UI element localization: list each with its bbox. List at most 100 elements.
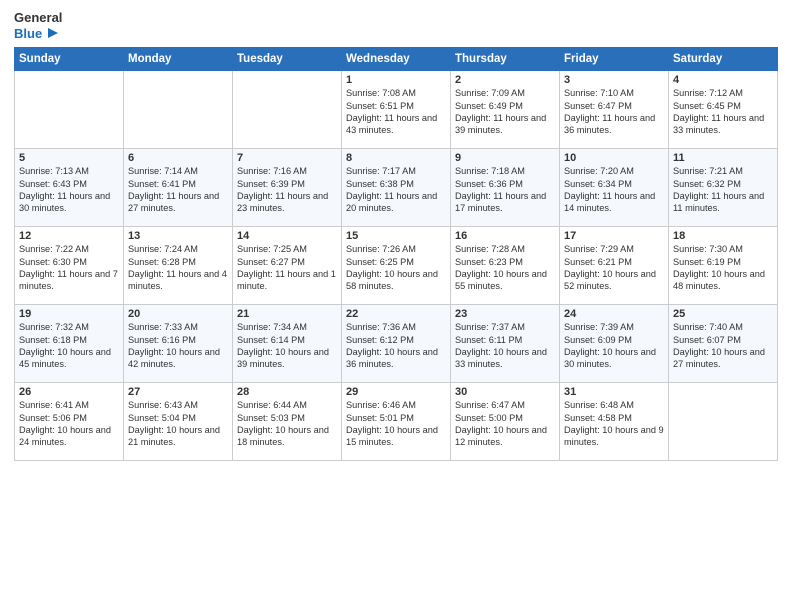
calendar-cell: 17Sunrise: 7:29 AM Sunset: 6:21 PM Dayli…: [560, 227, 669, 305]
calendar-cell: 30Sunrise: 6:47 AM Sunset: 5:00 PM Dayli…: [451, 383, 560, 461]
day-info: Sunrise: 7:14 AM Sunset: 6:41 PM Dayligh…: [128, 165, 228, 215]
calendar-cell: 15Sunrise: 7:26 AM Sunset: 6:25 PM Dayli…: [342, 227, 451, 305]
day-number: 4: [673, 74, 773, 86]
day-number: 9: [455, 152, 555, 164]
day-info: Sunrise: 6:41 AM Sunset: 5:06 PM Dayligh…: [19, 399, 119, 449]
calendar-cell: 5Sunrise: 7:13 AM Sunset: 6:43 PM Daylig…: [15, 149, 124, 227]
day-number: 3: [564, 74, 664, 86]
calendar-cell: 2Sunrise: 7:09 AM Sunset: 6:49 PM Daylig…: [451, 71, 560, 149]
calendar-week-5: 26Sunrise: 6:41 AM Sunset: 5:06 PM Dayli…: [15, 383, 778, 461]
page-header: GeneralBlue: [14, 10, 778, 41]
day-number: 8: [346, 152, 446, 164]
day-number: 7: [237, 152, 337, 164]
calendar-cell: [15, 71, 124, 149]
calendar-cell: 19Sunrise: 7:32 AM Sunset: 6:18 PM Dayli…: [15, 305, 124, 383]
day-header-tuesday: Tuesday: [233, 48, 342, 71]
calendar-week-1: 1Sunrise: 7:08 AM Sunset: 6:51 PM Daylig…: [15, 71, 778, 149]
day-number: 29: [346, 386, 446, 398]
day-info: Sunrise: 7:32 AM Sunset: 6:18 PM Dayligh…: [19, 321, 119, 371]
day-number: 12: [19, 230, 119, 242]
calendar-cell: 31Sunrise: 6:48 AM Sunset: 4:58 PM Dayli…: [560, 383, 669, 461]
day-header-sunday: Sunday: [15, 48, 124, 71]
calendar-cell: 11Sunrise: 7:21 AM Sunset: 6:32 PM Dayli…: [669, 149, 778, 227]
day-info: Sunrise: 7:36 AM Sunset: 6:12 PM Dayligh…: [346, 321, 446, 371]
calendar-cell: 24Sunrise: 7:39 AM Sunset: 6:09 PM Dayli…: [560, 305, 669, 383]
day-info: Sunrise: 6:43 AM Sunset: 5:04 PM Dayligh…: [128, 399, 228, 449]
day-header-friday: Friday: [560, 48, 669, 71]
calendar-table: SundayMondayTuesdayWednesdayThursdayFrid…: [14, 47, 778, 461]
day-number: 21: [237, 308, 337, 320]
day-number: 14: [237, 230, 337, 242]
day-info: Sunrise: 7:29 AM Sunset: 6:21 PM Dayligh…: [564, 243, 664, 293]
day-info: Sunrise: 7:33 AM Sunset: 6:16 PM Dayligh…: [128, 321, 228, 371]
calendar-week-3: 12Sunrise: 7:22 AM Sunset: 6:30 PM Dayli…: [15, 227, 778, 305]
day-info: Sunrise: 7:24 AM Sunset: 6:28 PM Dayligh…: [128, 243, 228, 293]
day-number: 10: [564, 152, 664, 164]
day-info: Sunrise: 7:34 AM Sunset: 6:14 PM Dayligh…: [237, 321, 337, 371]
day-info: Sunrise: 6:46 AM Sunset: 5:01 PM Dayligh…: [346, 399, 446, 449]
calendar-cell: 22Sunrise: 7:36 AM Sunset: 6:12 PM Dayli…: [342, 305, 451, 383]
day-number: 6: [128, 152, 228, 164]
day-info: Sunrise: 7:28 AM Sunset: 6:23 PM Dayligh…: [455, 243, 555, 293]
day-number: 2: [455, 74, 555, 86]
day-number: 19: [19, 308, 119, 320]
day-info: Sunrise: 6:47 AM Sunset: 5:00 PM Dayligh…: [455, 399, 555, 449]
day-header-saturday: Saturday: [669, 48, 778, 71]
day-info: Sunrise: 7:22 AM Sunset: 6:30 PM Dayligh…: [19, 243, 119, 293]
day-info: Sunrise: 7:39 AM Sunset: 6:09 PM Dayligh…: [564, 321, 664, 371]
calendar-cell: 27Sunrise: 6:43 AM Sunset: 5:04 PM Dayli…: [124, 383, 233, 461]
day-number: 27: [128, 386, 228, 398]
calendar-cell: 4Sunrise: 7:12 AM Sunset: 6:45 PM Daylig…: [669, 71, 778, 149]
day-number: 15: [346, 230, 446, 242]
day-info: Sunrise: 7:21 AM Sunset: 6:32 PM Dayligh…: [673, 165, 773, 215]
day-number: 22: [346, 308, 446, 320]
calendar-cell: 3Sunrise: 7:10 AM Sunset: 6:47 PM Daylig…: [560, 71, 669, 149]
calendar-header-row: SundayMondayTuesdayWednesdayThursdayFrid…: [15, 48, 778, 71]
day-number: 25: [673, 308, 773, 320]
day-number: 18: [673, 230, 773, 242]
day-info: Sunrise: 7:17 AM Sunset: 6:38 PM Dayligh…: [346, 165, 446, 215]
day-number: 20: [128, 308, 228, 320]
calendar-cell: 16Sunrise: 7:28 AM Sunset: 6:23 PM Dayli…: [451, 227, 560, 305]
day-info: Sunrise: 7:25 AM Sunset: 6:27 PM Dayligh…: [237, 243, 337, 293]
calendar-week-4: 19Sunrise: 7:32 AM Sunset: 6:18 PM Dayli…: [15, 305, 778, 383]
day-info: Sunrise: 7:30 AM Sunset: 6:19 PM Dayligh…: [673, 243, 773, 293]
calendar-cell: 7Sunrise: 7:16 AM Sunset: 6:39 PM Daylig…: [233, 149, 342, 227]
day-info: Sunrise: 7:16 AM Sunset: 6:39 PM Dayligh…: [237, 165, 337, 215]
day-number: 13: [128, 230, 228, 242]
day-number: 1: [346, 74, 446, 86]
day-info: Sunrise: 6:48 AM Sunset: 4:58 PM Dayligh…: [564, 399, 664, 449]
day-info: Sunrise: 7:08 AM Sunset: 6:51 PM Dayligh…: [346, 87, 446, 137]
day-number: 11: [673, 152, 773, 164]
calendar-cell: 29Sunrise: 6:46 AM Sunset: 5:01 PM Dayli…: [342, 383, 451, 461]
day-number: 17: [564, 230, 664, 242]
day-header-thursday: Thursday: [451, 48, 560, 71]
calendar-cell: 9Sunrise: 7:18 AM Sunset: 6:36 PM Daylig…: [451, 149, 560, 227]
calendar-cell: [124, 71, 233, 149]
logo-arrow-icon: [44, 26, 58, 40]
calendar-cell: 20Sunrise: 7:33 AM Sunset: 6:16 PM Dayli…: [124, 305, 233, 383]
day-number: 24: [564, 308, 664, 320]
day-info: Sunrise: 7:10 AM Sunset: 6:47 PM Dayligh…: [564, 87, 664, 137]
logo: GeneralBlue: [14, 10, 62, 41]
day-header-wednesday: Wednesday: [342, 48, 451, 71]
calendar-cell: 6Sunrise: 7:14 AM Sunset: 6:41 PM Daylig…: [124, 149, 233, 227]
day-number: 23: [455, 308, 555, 320]
calendar-cell: 26Sunrise: 6:41 AM Sunset: 5:06 PM Dayli…: [15, 383, 124, 461]
calendar-cell: 18Sunrise: 7:30 AM Sunset: 6:19 PM Dayli…: [669, 227, 778, 305]
calendar-cell: [669, 383, 778, 461]
calendar-cell: 14Sunrise: 7:25 AM Sunset: 6:27 PM Dayli…: [233, 227, 342, 305]
day-info: Sunrise: 7:18 AM Sunset: 6:36 PM Dayligh…: [455, 165, 555, 215]
calendar-cell: 8Sunrise: 7:17 AM Sunset: 6:38 PM Daylig…: [342, 149, 451, 227]
day-number: 31: [564, 386, 664, 398]
day-number: 26: [19, 386, 119, 398]
day-info: Sunrise: 7:09 AM Sunset: 6:49 PM Dayligh…: [455, 87, 555, 137]
calendar-cell: 12Sunrise: 7:22 AM Sunset: 6:30 PM Dayli…: [15, 227, 124, 305]
day-number: 16: [455, 230, 555, 242]
day-info: Sunrise: 7:20 AM Sunset: 6:34 PM Dayligh…: [564, 165, 664, 215]
day-number: 28: [237, 386, 337, 398]
day-info: Sunrise: 6:44 AM Sunset: 5:03 PM Dayligh…: [237, 399, 337, 449]
logo-text: GeneralBlue: [14, 10, 62, 41]
day-number: 30: [455, 386, 555, 398]
calendar-cell: 1Sunrise: 7:08 AM Sunset: 6:51 PM Daylig…: [342, 71, 451, 149]
